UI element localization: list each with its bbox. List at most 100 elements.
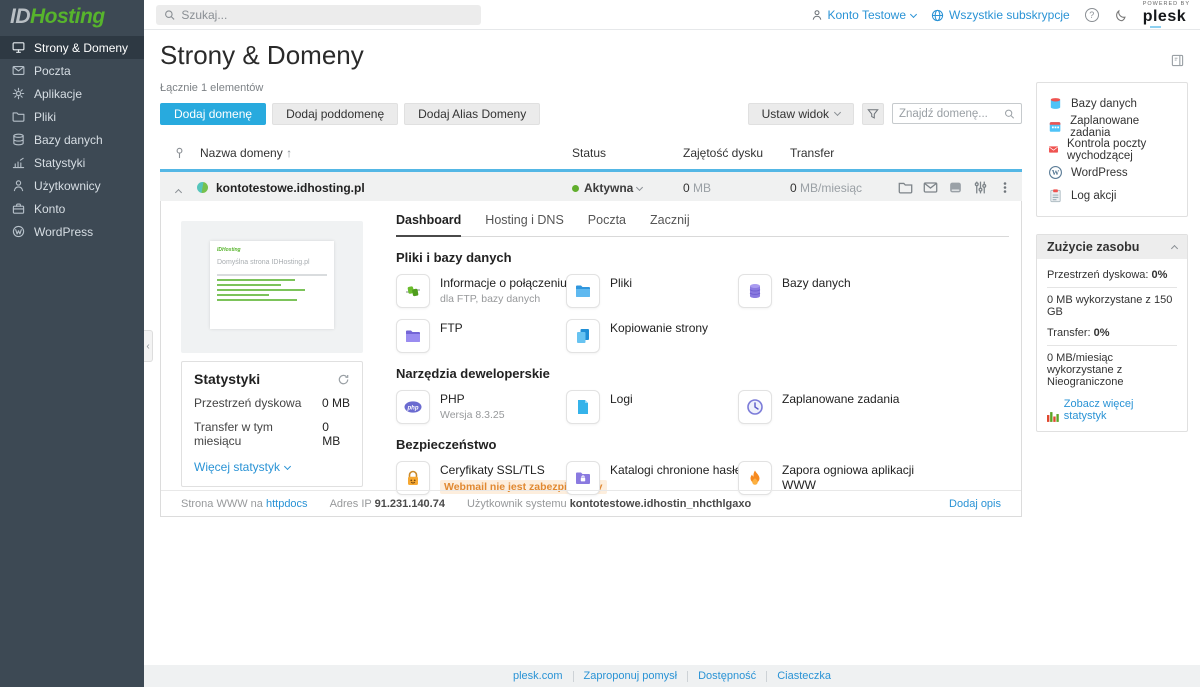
add-description-link[interactable]: Dodaj opis — [949, 498, 1001, 510]
refresh-icon[interactable] — [337, 373, 350, 386]
idhosting-logo[interactable]: IDHosting — [0, 0, 144, 36]
resource-usage-header[interactable]: Zużycie zasobu — [1037, 235, 1187, 259]
find-domain-box[interactable] — [892, 103, 1022, 124]
panel-toggle-icon[interactable] — [1171, 54, 1184, 67]
sidebar-collapse-handle[interactable]: ‹ — [144, 330, 153, 362]
settings-sliders-icon[interactable] — [973, 180, 988, 195]
svg-text:W: W — [1052, 168, 1060, 177]
rp-label: WordPress — [1071, 167, 1128, 179]
footer-link-cookies[interactable]: Ciasteczka — [777, 670, 831, 682]
shortcut-databases[interactable]: Bazy danych — [738, 274, 851, 308]
domain-row[interactable]: kontotestowe.idhosting.pl Aktywna 0 MB 0… — [160, 169, 1022, 201]
shortcut-label[interactable]: Logi — [610, 392, 633, 407]
shortcut-copy-site[interactable]: Kopiowanie strony — [566, 319, 708, 353]
backup-disk-icon[interactable] — [948, 180, 963, 195]
more-stats-link[interactable]: Więcej statystyk — [194, 460, 290, 474]
scheduled-tasks-icon — [738, 390, 772, 424]
shortcut-ftp[interactable]: FTP — [396, 319, 463, 353]
column-name[interactable]: Nazwa domeny ↑ — [200, 146, 292, 160]
shortcut-connection-info[interactable]: Informacje o połączeniu dla FTP, bazy da… — [396, 274, 567, 308]
site-preview[interactable]: IDHosting Domyślna strona IDHosting.pl — [181, 221, 363, 353]
help-icon[interactable]: ? — [1085, 8, 1099, 22]
logo-part-id: ID — [10, 5, 30, 28]
column-disk[interactable]: Zajętość dysku — [683, 146, 763, 160]
tab-dashboard[interactable]: Dashboard — [396, 213, 461, 237]
shortcut-files[interactable]: Pliki — [566, 274, 632, 308]
kebab-menu-icon[interactable] — [998, 180, 1012, 195]
sidebar-item-label: Poczta — [34, 64, 71, 78]
rp-scheduled-tasks[interactable]: Zaplanowane zadania — [1048, 115, 1176, 138]
all-subscriptions-link[interactable]: Wszystkie subskrypcje — [931, 8, 1070, 22]
sidebar-item-uzytkownicy[interactable]: Użytkownicy — [0, 174, 144, 197]
right-panel: Bazy danych Zaplanowane zadania Kontrola… — [1036, 82, 1188, 432]
shortcut-label[interactable]: Kopiowanie strony — [610, 321, 708, 336]
dashboard: Dashboard Hosting i DNS Poczta Zacznij P… — [396, 213, 1009, 495]
sidebar-item-wordpress[interactable]: WordPress — [0, 220, 144, 243]
pin-icon[interactable] — [174, 147, 185, 159]
wordpress-icon: W — [1048, 165, 1063, 180]
files-icon[interactable] — [898, 180, 913, 195]
see-more-stats-link[interactable]: Zobacz więcej statystyk — [1064, 398, 1177, 422]
column-status[interactable]: Status — [572, 146, 606, 160]
shortcut-scheduled-tasks[interactable]: Zaplanowane zadania — [738, 390, 899, 424]
chevron-down-icon — [910, 10, 917, 17]
shortcut-label[interactable]: Katalogi chronione hasłem — [610, 463, 751, 478]
sidebar-item-aplikacje[interactable]: Aplikacje — [0, 82, 144, 105]
stat-transfer-label: Transfer w tym miesiącu — [194, 420, 322, 448]
shortcut-label[interactable]: Zapora ogniowa aplikacji WWW — [782, 463, 942, 493]
www-root-info: Strona WWW na httpdocs — [181, 498, 308, 510]
sidebar-item-poczta[interactable]: Poczta — [0, 59, 144, 82]
sidebar-item-konto[interactable]: Konto — [0, 197, 144, 220]
collapse-row-button[interactable] — [176, 184, 181, 198]
global-search-input[interactable] — [181, 8, 473, 22]
thumb-site-title: Domyślna strona IDHosting.pl — [217, 259, 327, 266]
chevron-up-icon — [1171, 245, 1178, 252]
footer-link-suggest-idea[interactable]: Zaproponuj pomysł — [584, 670, 678, 682]
gear-icon — [12, 87, 25, 100]
tab-zacznij[interactable]: Zacznij — [650, 213, 690, 236]
sidebar-item-bazy-danych[interactable]: Bazy danych — [0, 128, 144, 151]
global-search[interactable] — [156, 5, 481, 25]
rp-databases[interactable]: Bazy danych — [1048, 92, 1176, 115]
footer-separator — [687, 671, 688, 682]
usage-disk-detail: 0 MB wykorzystane z 150 GB — [1047, 288, 1177, 324]
stat-transfer-value: 0 MB — [322, 420, 350, 448]
shortcut-label[interactable]: FTP — [440, 321, 463, 336]
mail-icon[interactable] — [923, 180, 938, 195]
shortcut-logs[interactable]: Logi — [566, 390, 633, 424]
add-domain-button[interactable]: Dodaj domenę — [160, 103, 266, 125]
domain-name[interactable]: kontotestowe.idhosting.pl — [216, 181, 365, 195]
usage-transfer-row: Transfer: 0% — [1047, 324, 1177, 346]
account-menu[interactable]: Konto Testowe — [811, 8, 917, 22]
filter-button[interactable] — [862, 103, 884, 125]
rp-wordpress[interactable]: W WordPress — [1048, 161, 1176, 184]
moon-icon[interactable] — [1114, 8, 1128, 22]
add-subdomain-button[interactable]: Dodaj poddomenę — [272, 103, 398, 125]
resource-usage-title: Zużycie zasobu — [1047, 240, 1139, 254]
sidebar-item-statystyki[interactable]: Statystyki — [0, 151, 144, 174]
tab-poczta[interactable]: Poczta — [588, 213, 626, 236]
thumb-list-line — [217, 284, 281, 286]
footer-link-plesk-com[interactable]: plesk.com — [513, 670, 563, 682]
tab-hosting-dns[interactable]: Hosting i DNS — [485, 213, 564, 236]
plesk-logo[interactable]: POWERED BY plesk — [1143, 2, 1190, 28]
find-domain-input[interactable] — [899, 108, 1004, 120]
add-domain-alias-button[interactable]: Dodaj Alias Domeny — [404, 103, 540, 125]
chevron-down-icon — [834, 109, 841, 116]
domain-status[interactable]: Aktywna — [572, 181, 642, 195]
shortcut-label[interactable]: Zaplanowane zadania — [782, 392, 899, 407]
shortcut-label[interactable]: PHP — [440, 392, 505, 407]
sidebar-item-strony-domeny[interactable]: Strony & Domeny — [0, 36, 144, 59]
shortcut-label[interactable]: Informacje o połączeniu — [440, 276, 567, 291]
shortcut-label[interactable]: Bazy danych — [782, 276, 851, 291]
set-view-button[interactable]: Ustaw widok — [748, 103, 854, 125]
footer-link-accessibility[interactable]: Dostępność — [698, 670, 756, 682]
httpdocs-link[interactable]: httpdocs — [266, 498, 308, 510]
shortcut-php[interactable]: php PHP Wersja 8.3.25 — [396, 390, 505, 424]
rp-outgoing-mail-control[interactable]: Kontrola poczty wychodzącej — [1048, 138, 1176, 161]
rp-action-log[interactable]: Log akcji — [1048, 184, 1176, 207]
column-transfer[interactable]: Transfer — [790, 146, 834, 160]
bar-chart-icon — [1047, 411, 1059, 422]
sidebar-item-pliki[interactable]: Pliki — [0, 105, 144, 128]
shortcut-label[interactable]: Pliki — [610, 276, 632, 291]
